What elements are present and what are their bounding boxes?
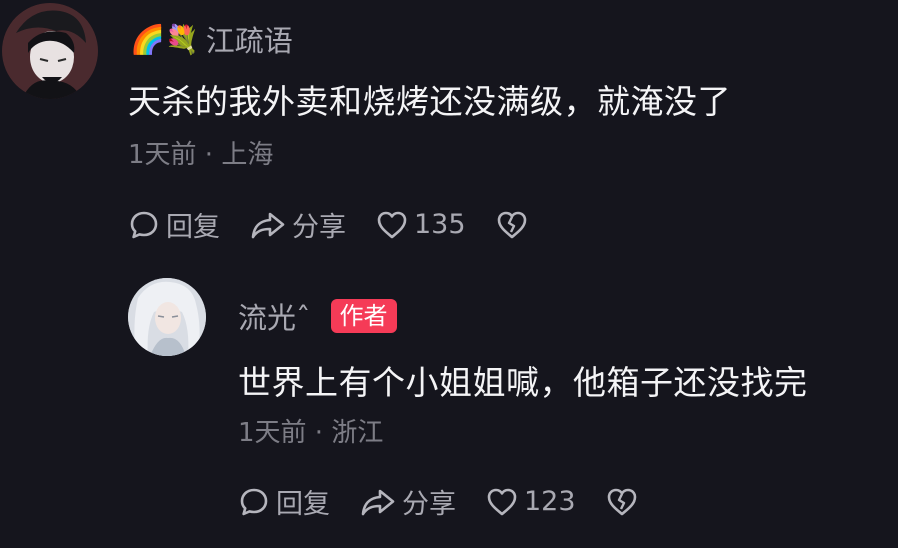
avatar[interactable] (2, 3, 98, 99)
comment-meta: 1天前 · 浙江 (238, 418, 384, 448)
username-emoji: 🌈💐 (130, 22, 200, 56)
comment-text: 天杀的我外卖和烧烤还没满级，就淹没了 (128, 82, 731, 121)
reply-label: 回复 (276, 489, 330, 520)
reply-item: 流光ˆ 作者 世界上有个小姐姐喊，他箱子还没找完 1天前 · 浙江 回复 分享 (0, 270, 898, 548)
reply-bubble-icon (238, 486, 270, 518)
share-label: 分享 (292, 212, 346, 243)
heart-icon (376, 210, 408, 240)
like-count: 123 (524, 486, 576, 517)
dislike-button[interactable] (606, 487, 638, 517)
broken-heart-icon (496, 210, 528, 240)
like-button[interactable]: 123 (486, 486, 576, 517)
comment-text: 世界上有个小姐姐喊，他箱子还没找完 (238, 363, 808, 402)
comment-actions: 回复 分享 123 (238, 482, 668, 521)
dislike-button[interactable] (496, 210, 528, 240)
broken-heart-icon (606, 487, 638, 517)
share-button[interactable]: 分享 (250, 205, 346, 244)
comment-actions: 回复 分享 135 (128, 205, 558, 244)
reply-button[interactable]: 回复 (128, 205, 220, 244)
avatar[interactable] (128, 278, 206, 356)
username[interactable]: 江疏语 (206, 18, 293, 60)
heart-icon (486, 487, 518, 517)
reply-bubble-icon (128, 209, 160, 241)
author-badge: 作者 (330, 299, 397, 333)
share-label: 分享 (402, 489, 456, 520)
share-arrow-icon (360, 486, 396, 518)
like-button[interactable]: 135 (376, 209, 466, 240)
comment-list: 🌈💐 江疏语 天杀的我外卖和烧烤还没满级，就淹没了 1天前 · 上海 回复 分享 (0, 0, 898, 548)
reply-button[interactable]: 回复 (238, 482, 330, 521)
reply-label: 回复 (166, 212, 220, 243)
share-arrow-icon (250, 209, 286, 241)
like-count: 135 (414, 209, 466, 240)
username-row: 流光ˆ 作者 (238, 295, 397, 337)
username[interactable]: 流光ˆ (238, 295, 311, 337)
comment-item: 🌈💐 江疏语 天杀的我外卖和烧烤还没满级，就淹没了 1天前 · 上海 回复 分享 (0, 0, 898, 260)
comment-meta: 1天前 · 上海 (128, 140, 274, 170)
share-button[interactable]: 分享 (360, 482, 456, 521)
username-row: 🌈💐 江疏语 (130, 18, 293, 60)
